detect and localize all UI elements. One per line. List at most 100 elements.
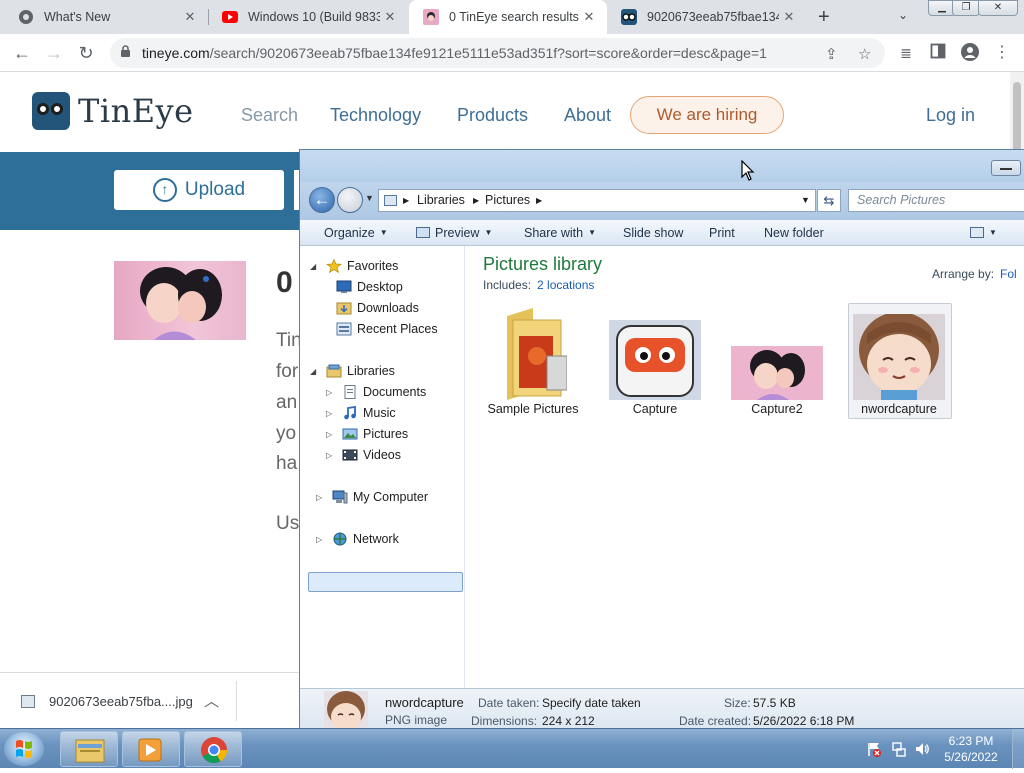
- close-tab-icon[interactable]: ✕: [380, 9, 400, 25]
- share-icon[interactable]: ⇪: [825, 45, 838, 63]
- forward-arrow-icon[interactable]: →: [44, 43, 64, 63]
- upload-button[interactable]: ↑ Upload: [114, 170, 284, 210]
- print-button[interactable]: Print: [709, 226, 735, 240]
- close-tab-icon[interactable]: ✕: [779, 9, 799, 25]
- close-tab-icon[interactable]: ✕: [180, 9, 200, 25]
- breadcrumb-pictures[interactable]: Pictures: [485, 193, 530, 207]
- nav-recent-places[interactable]: Recent Places: [336, 319, 438, 339]
- reload-icon[interactable]: ↻: [76, 43, 96, 63]
- nav-downloads[interactable]: Downloads: [336, 298, 419, 318]
- tab-windows-10[interactable]: Windows 10 (Build 9833) ✕: [208, 0, 408, 34]
- volume-icon[interactable]: [914, 741, 930, 757]
- menu-kebab-icon[interactable]: ⋮: [992, 43, 1012, 63]
- selected-highlight: [308, 572, 463, 592]
- nav-about[interactable]: About: [564, 105, 611, 126]
- forward-arrow-icon[interactable]: [337, 187, 363, 213]
- profile-avatar-icon[interactable]: [960, 43, 980, 63]
- change-view-button[interactable]: ▼: [970, 226, 997, 240]
- restore-button[interactable]: ❐: [952, 0, 980, 16]
- tab-tineye-results[interactable]: 0 TinEye search results ✕: [409, 0, 607, 34]
- file-label: nwordcapture: [861, 402, 937, 416]
- downloads-bar: 9020673eeab75fba....jpg ︿: [0, 672, 300, 728]
- mouse-cursor-icon: [741, 159, 755, 187]
- arrange-by[interactable]: Arrange by: Fol: [932, 267, 1017, 281]
- back-arrow-icon[interactable]: ←: [12, 43, 32, 63]
- share-with-button[interactable]: Share with ▼: [524, 226, 596, 240]
- network-tray-icon[interactable]: [891, 741, 907, 757]
- refresh-icon[interactable]: ⇆: [817, 189, 841, 212]
- tineye-logo[interactable]: TinEye: [32, 92, 194, 130]
- side-panel-icon[interactable]: [928, 43, 948, 63]
- preview-button[interactable]: Preview ▼: [416, 226, 492, 240]
- file-item-sample-pictures[interactable]: Sample Pictures: [480, 306, 586, 416]
- system-clock[interactable]: 6:23 PM 5/26/2022: [936, 733, 1006, 765]
- organize-button[interactable]: Organize ▼: [324, 226, 388, 240]
- locations-link[interactable]: 2 locations: [537, 278, 594, 292]
- clock-date: 5/26/2022: [944, 750, 998, 764]
- reading-list-icon[interactable]: ≣: [896, 43, 916, 63]
- nav-videos[interactable]: ▷ Videos: [326, 445, 401, 465]
- back-arrow-icon[interactable]: ←: [309, 187, 335, 213]
- result-text-line: an: [276, 392, 298, 413]
- tab-whats-new[interactable]: What's New ✕: [4, 0, 208, 34]
- navigation-pane: ◢ Favorites Desktop Downloads Recent Pla…: [306, 246, 465, 688]
- bookmark-star-icon[interactable]: ☆: [858, 45, 871, 63]
- arrange-by-value[interactable]: Fol: [1000, 267, 1017, 281]
- start-button[interactable]: [4, 732, 44, 766]
- details-thumbnail: [324, 691, 368, 728]
- nav-desktop[interactable]: Desktop: [336, 277, 403, 297]
- nav-libraries[interactable]: ◢ Libraries: [310, 361, 395, 381]
- explorer-minimize-button[interactable]: [991, 160, 1021, 176]
- breadcrumb-libraries[interactable]: Libraries: [417, 193, 465, 207]
- show-desktop-button[interactable]: [1012, 729, 1024, 769]
- explorer-title-bar[interactable]: [300, 150, 1024, 182]
- explorer-address-row: ← ▼ ▶ Libraries ▶ Pictures ▶ ▼ ⇆ Search …: [300, 182, 1024, 220]
- download-filename[interactable]: 9020673eeab75fba....jpg: [49, 694, 193, 709]
- taskbar-chrome[interactable]: [184, 731, 242, 767]
- recent-pages-dropdown-icon[interactable]: ▼: [365, 193, 374, 203]
- explorer-window: ← ▼ ▶ Libraries ▶ Pictures ▶ ▼ ⇆ Search …: [299, 149, 1024, 729]
- file-item-capture2[interactable]: Capture2: [724, 306, 830, 416]
- date-taken-value[interactable]: Specify date taken: [542, 696, 641, 710]
- file-item-capture[interactable]: Capture: [602, 306, 708, 416]
- dimensions-label: Dimensions:: [471, 714, 538, 728]
- nav-favorites[interactable]: ◢ Favorites: [310, 256, 398, 276]
- nav-music[interactable]: ▷ Music: [326, 403, 396, 423]
- details-filename: nwordcapture: [385, 695, 464, 710]
- close-window-button[interactable]: ✕: [978, 0, 1018, 16]
- library-includes: Includes: 2 locations: [483, 278, 595, 292]
- scrollbar-thumb[interactable]: [1013, 82, 1021, 152]
- documents-icon: [342, 385, 358, 399]
- nav-pictures[interactable]: ▷ Pictures: [326, 424, 408, 444]
- taskbar-explorer[interactable]: [60, 731, 118, 767]
- hiring-button[interactable]: We are hiring: [630, 96, 784, 134]
- network-icon: [332, 532, 348, 546]
- desktop-icon: [336, 280, 352, 294]
- result-text-line: Us: [276, 513, 300, 534]
- nav-network[interactable]: ▷ Network: [316, 529, 399, 549]
- explorer-address-bar[interactable]: ▶ Libraries ▶ Pictures ▶ ▼: [378, 189, 816, 212]
- slide-show-button[interactable]: Slide show: [623, 226, 683, 240]
- chevron-down-icon[interactable]: ▼: [801, 195, 810, 205]
- address-bar[interactable]: tineye.com/search/9020673eeab75fbae134fe…: [110, 38, 885, 68]
- new-folder-button[interactable]: New folder: [764, 226, 824, 240]
- nav-technology[interactable]: Technology: [330, 105, 421, 126]
- search-pictures-input[interactable]: Search Pictures: [848, 189, 1024, 212]
- nav-search[interactable]: Search: [241, 105, 298, 126]
- nav-my-computer[interactable]: ▷ My Computer: [316, 487, 428, 507]
- nav-products[interactable]: Products: [457, 105, 528, 126]
- close-tab-icon[interactable]: ✕: [579, 9, 599, 25]
- chevron-up-icon[interactable]: ︿: [204, 690, 219, 711]
- tab-tineye-hash[interactable]: 9020673eeab75fbae134f ✕: [607, 0, 807, 34]
- capture2-thumbnail: [731, 346, 823, 400]
- tab-search-chevron-icon[interactable]: ⌄: [898, 8, 908, 22]
- browser-tab-strip: What's New ✕ Windows 10 (Build 9833) ✕ 0…: [0, 0, 1024, 34]
- new-tab-button[interactable]: +: [818, 6, 830, 29]
- login-link[interactable]: Log in: [926, 105, 975, 126]
- upload-label: Upload: [184, 179, 246, 200]
- action-center-flag-icon[interactable]: [866, 741, 882, 757]
- file-item-nwordcapture[interactable]: nwordcapture: [846, 303, 952, 419]
- taskbar-media-player[interactable]: [122, 731, 180, 767]
- nav-documents[interactable]: ▷ Documents: [326, 382, 426, 402]
- clock-time: 6:23 PM: [948, 734, 994, 748]
